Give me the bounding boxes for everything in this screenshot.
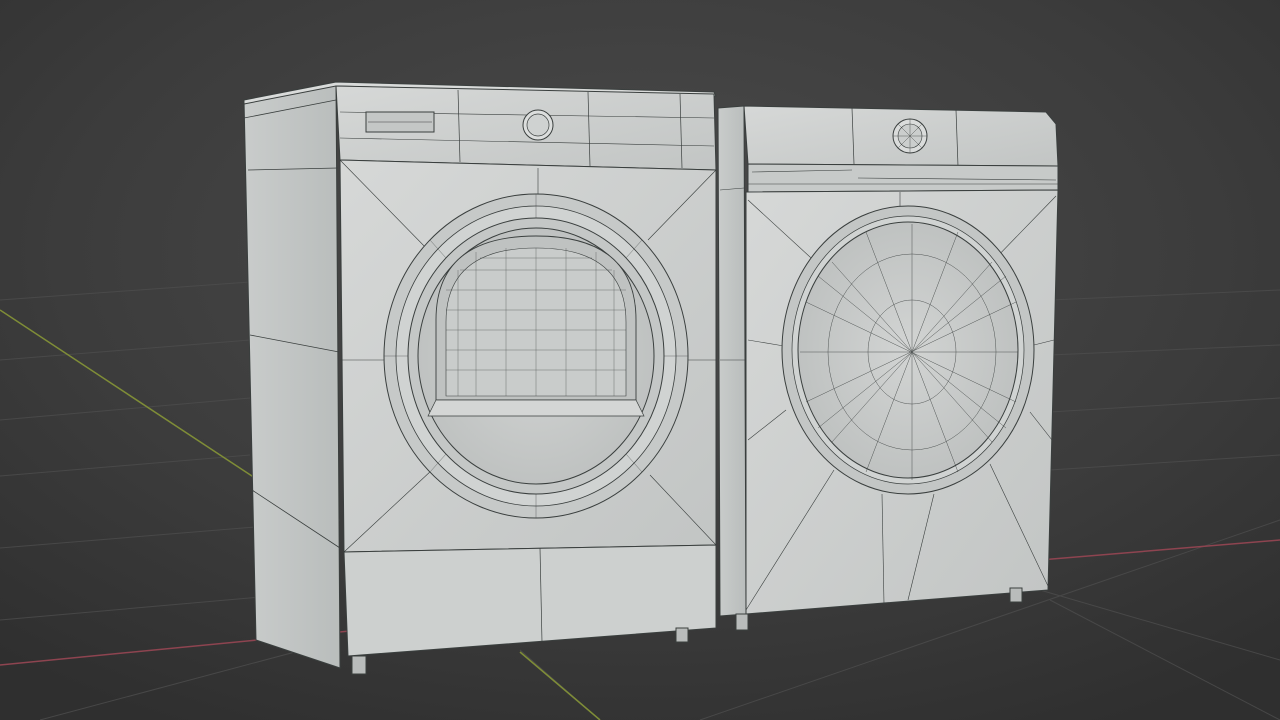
dryer-model[interactable]	[243, 81, 717, 675]
washer-foot-left	[735, 613, 749, 631]
washer-model[interactable]	[717, 105, 1059, 631]
viewport-canvas[interactable]	[0, 0, 1280, 720]
washer-door-glass	[797, 221, 1019, 479]
washer-knob-ridges	[893, 119, 927, 153]
dryer-foot-left	[351, 655, 367, 675]
washer-drawer[interactable]	[747, 163, 1059, 193]
washer-side-panel	[717, 105, 747, 617]
washer-foot-right	[1009, 587, 1023, 603]
dryer-foot-right	[675, 627, 689, 643]
3d-viewport[interactable]	[0, 0, 1280, 720]
dryer-door-bar	[427, 399, 645, 417]
